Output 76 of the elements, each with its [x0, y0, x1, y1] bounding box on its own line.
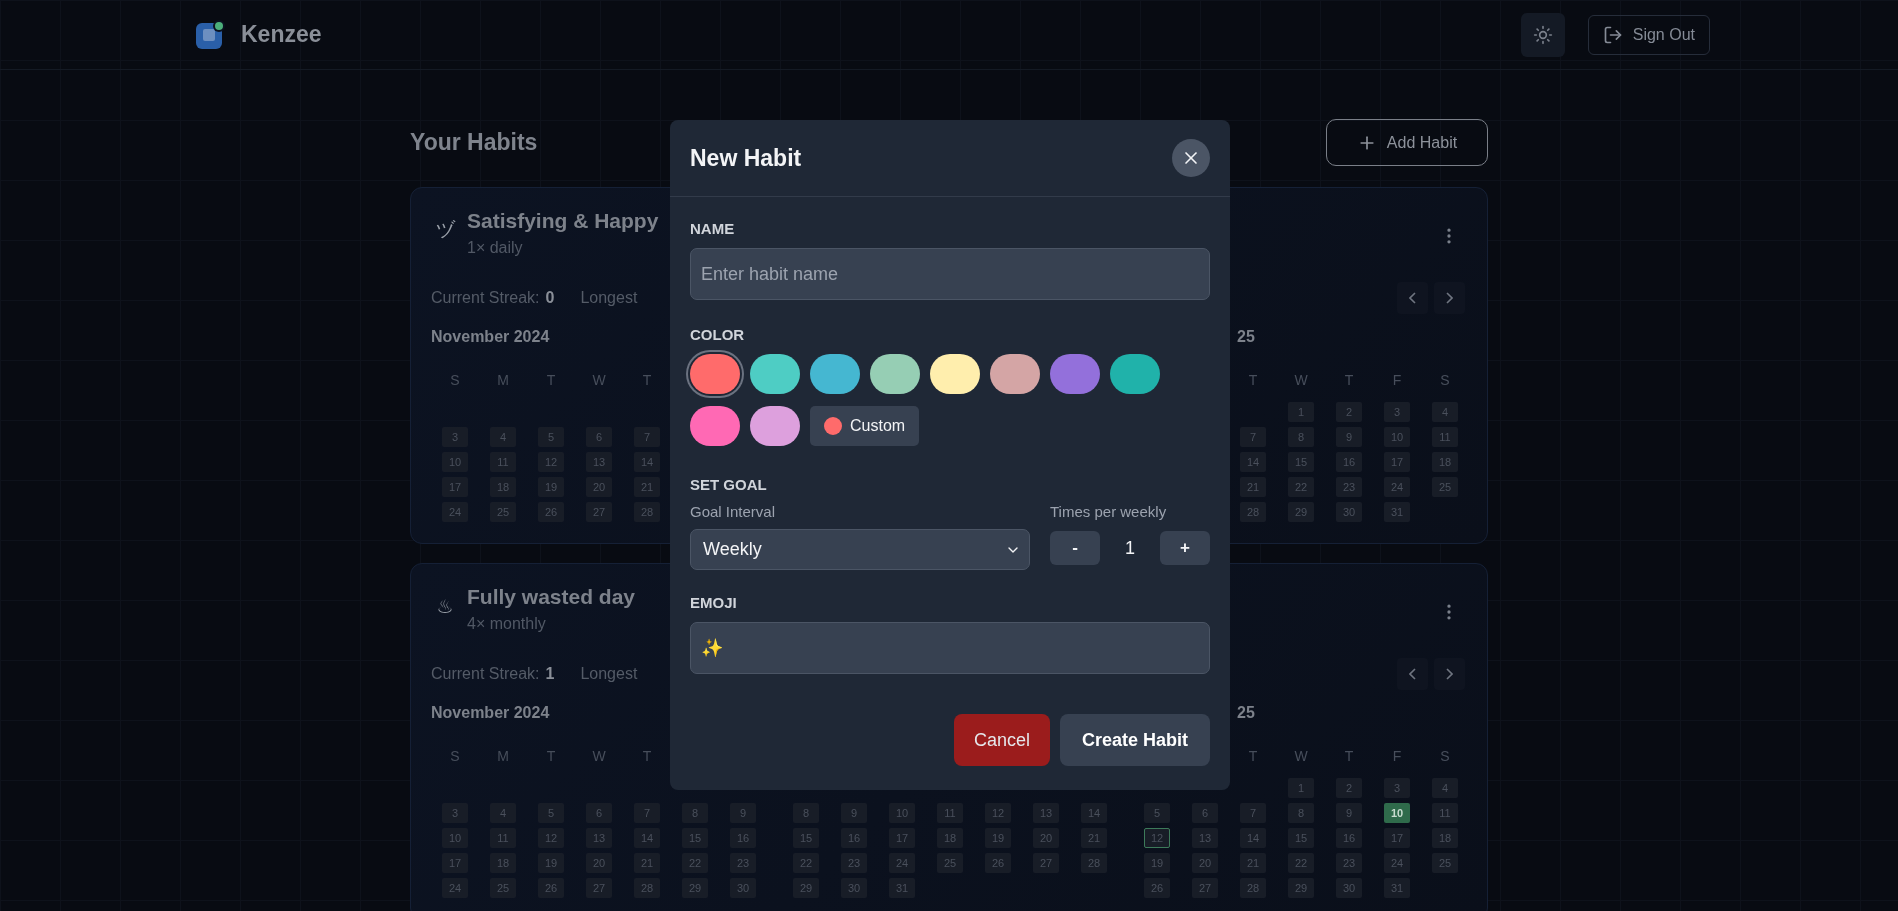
weekday-label: F	[1392, 371, 1402, 390]
month-title: 25	[1237, 703, 1255, 723]
longest-streak-label: Longest	[580, 289, 638, 307]
weekday-label: W	[1294, 747, 1308, 766]
chevron-right-icon	[1446, 668, 1453, 680]
weekday-label: T	[1344, 371, 1354, 390]
emoji-input-field[interactable]: ✨	[690, 622, 1210, 674]
month-title: November 2024	[431, 327, 550, 347]
sun-icon	[1532, 24, 1553, 45]
completed-day-cell[interactable]: 10	[1384, 803, 1410, 823]
weekday-label: T	[1248, 747, 1258, 766]
decrement-button[interactable]: -	[1050, 531, 1100, 565]
weekday-label: T	[1344, 747, 1354, 766]
color-swatch[interactable]	[810, 354, 860, 394]
color-swatch[interactable]	[750, 406, 800, 446]
habit-name: Satisfying & Happy	[467, 208, 659, 234]
field-label: SET GOAL	[690, 476, 768, 494]
page-title: Your Habits	[410, 129, 538, 156]
color-swatch[interactable]	[1050, 354, 1100, 394]
weekday-label: W	[592, 747, 606, 766]
weekday-label: S	[1440, 747, 1450, 766]
weekday-label: W	[592, 371, 606, 390]
streak-label: Current Streak:	[431, 289, 540, 307]
streak-value: 1	[545, 665, 555, 683]
longest-streak-label: Longest	[580, 665, 638, 683]
interval-select[interactable]: Weekly	[690, 529, 1030, 570]
chevron-left-icon	[1409, 292, 1416, 304]
month-title: November 2024	[431, 703, 550, 723]
month-title: 25	[1237, 327, 1255, 347]
weekday-label: T	[1248, 371, 1258, 390]
color-swatch[interactable]	[1110, 354, 1160, 394]
logo-icon	[195, 18, 227, 51]
brand-name: Kenzee	[241, 21, 322, 48]
increment-button[interactable]: +	[1160, 531, 1210, 565]
sign-out-icon	[1602, 24, 1623, 45]
field-label: COLOR	[690, 326, 746, 344]
field-label: EMOJI	[690, 594, 738, 612]
weekday-label: F	[1392, 747, 1402, 766]
weekday-label: W	[1294, 371, 1308, 390]
habit-emoji: ヅ	[434, 218, 457, 242]
weekday-label: M	[497, 747, 509, 766]
streak-label: Current Streak:	[431, 665, 540, 683]
cancel-button[interactable]: Cancel	[953, 714, 1050, 766]
habit-emoji: ♨	[435, 594, 455, 618]
create-button[interactable]: Create Habit	[1059, 714, 1210, 766]
weekday-label: T	[642, 371, 652, 390]
color-swatch[interactable]	[750, 354, 800, 394]
weekday-label: S	[1440, 371, 1450, 390]
color-swatch[interactable]	[930, 354, 980, 394]
add-habit-button[interactable]: Add Habit	[1326, 119, 1488, 166]
streak-value: 0	[545, 289, 555, 307]
color-swatch[interactable]	[690, 406, 740, 446]
habit-name: Fully wasted day	[467, 584, 636, 610]
color-swatch[interactable]	[990, 354, 1040, 394]
name-input-field[interactable]: Enter habit name	[690, 248, 1210, 300]
close-button[interactable]	[1172, 139, 1210, 177]
weekday-label: S	[450, 371, 460, 390]
dialog-title: New Habit	[690, 144, 802, 172]
weekday-label: M	[497, 371, 509, 390]
theme-toggle-button[interactable]	[1520, 12, 1565, 57]
field-label: Times per weekly	[1050, 502, 1168, 522]
chevron-right-icon	[1446, 292, 1453, 304]
chevron-left-icon	[1409, 668, 1416, 680]
emoji-value: ✨	[701, 637, 723, 659]
habit-frequency: 4× monthly	[467, 614, 547, 634]
field-label: NAME	[690, 220, 736, 238]
weekday-label: S	[450, 747, 460, 766]
color-swatch[interactable]	[870, 354, 920, 394]
weekday-label: T	[546, 371, 556, 390]
custom-color-button[interactable]: Custom	[810, 406, 920, 446]
field-label: Goal Interval	[690, 502, 777, 522]
habit-frequency: 1× daily	[467, 238, 524, 258]
weekday-label: T	[642, 747, 652, 766]
sign-out-button[interactable]: Sign Out	[1587, 14, 1710, 55]
times-value: 1	[1125, 537, 1135, 559]
weekday-label: T	[546, 747, 556, 766]
